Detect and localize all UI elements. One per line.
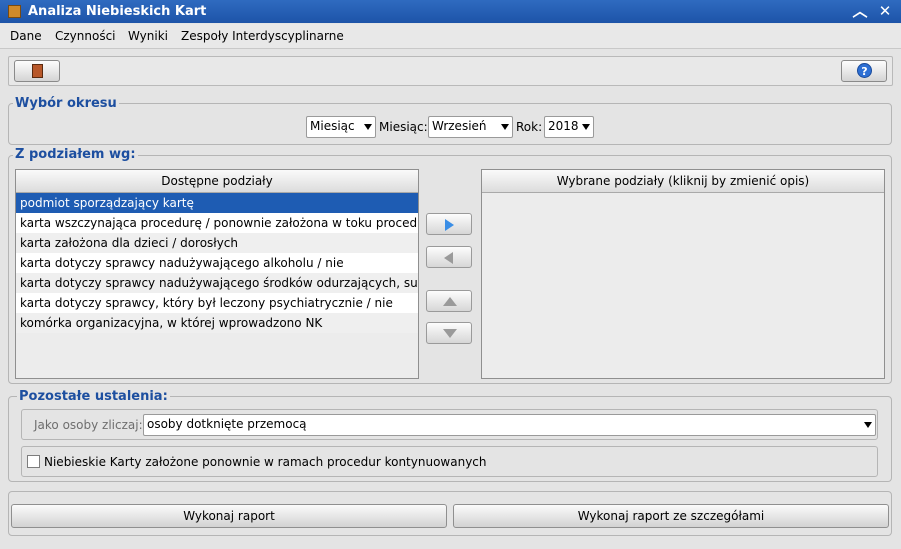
available-list[interactable]: Dostępne podziały podmiot sporządzający … bbox=[15, 169, 419, 379]
year-label: Rok: bbox=[516, 120, 543, 134]
move-down-button[interactable] bbox=[426, 322, 472, 344]
window-title: Analiza Niebieskich Kart bbox=[28, 4, 207, 19]
continued-checkbox[interactable] bbox=[27, 455, 40, 468]
arrow-left-icon bbox=[444, 252, 453, 264]
year-select[interactable]: 2018 bbox=[544, 116, 594, 138]
selected-list-header: Wybrane podziały (kliknij by zmienić opi… bbox=[482, 170, 884, 193]
move-up-button[interactable] bbox=[426, 290, 472, 312]
door-exit-icon bbox=[32, 64, 43, 78]
chevron-down-icon bbox=[364, 124, 372, 130]
period-type-value: Miesiąc bbox=[310, 119, 355, 133]
year-value: 2018 bbox=[548, 119, 579, 133]
list-item[interactable]: karta dotyczy sprawcy nadużywającego alk… bbox=[16, 253, 418, 273]
arrow-right-icon bbox=[445, 219, 454, 231]
arrow-up-icon bbox=[443, 297, 457, 306]
window-title-bar[interactable]: Analiza Niebieskich Kart ︿ ✕ bbox=[0, 0, 901, 23]
count-as-label: Jako osoby zliczaj: bbox=[34, 418, 143, 432]
month-label: Miesiąc: bbox=[379, 120, 428, 134]
chevron-down-icon bbox=[582, 124, 590, 130]
app-icon bbox=[8, 5, 21, 18]
help-icon: ? bbox=[857, 63, 872, 78]
list-item[interactable]: podmiot sporządzający kartę bbox=[16, 193, 418, 213]
list-item[interactable]: karta dotyczy sprawcy, który był leczony… bbox=[16, 293, 418, 313]
selected-list[interactable]: Wybrane podziały (kliknij by zmienić opi… bbox=[481, 169, 885, 379]
count-as-value: osoby dotknięte przemocą bbox=[147, 417, 307, 431]
list-item[interactable]: karta dotyczy sprawcy nadużywającego śro… bbox=[16, 273, 418, 293]
other-group-title: Pozostałe ustalenia: bbox=[17, 389, 170, 404]
split-group-title: Z podziałem wg: bbox=[13, 147, 138, 162]
period-type-select[interactable]: Miesiąc bbox=[306, 116, 376, 138]
run-report-details-button[interactable]: Wykonaj raport ze szczegółami bbox=[453, 504, 889, 528]
chevron-down-icon bbox=[864, 422, 872, 428]
arrow-down-icon bbox=[443, 329, 457, 338]
exit-button[interactable] bbox=[14, 60, 60, 82]
close-icon[interactable]: ✕ bbox=[875, 2, 895, 21]
chevron-down-icon bbox=[501, 124, 509, 130]
minimize-icon[interactable]: ︿ bbox=[850, 2, 870, 21]
menu-bar: Dane Czynności Wyniki Zespoły Interdyscy… bbox=[0, 24, 901, 49]
menu-zespoly[interactable]: Zespoły Interdyscyplinarne bbox=[181, 29, 344, 43]
period-group-title: Wybór okresu bbox=[13, 96, 119, 111]
list-item[interactable]: karta założona dla dzieci / dorosłych bbox=[16, 233, 418, 253]
continued-checkbox-label[interactable]: Niebieskie Karty założone ponownie w ram… bbox=[44, 455, 487, 469]
help-button[interactable]: ? bbox=[841, 60, 887, 82]
menu-wyniki[interactable]: Wyniki bbox=[128, 29, 168, 43]
list-item[interactable]: komórka organizacyjna, w której wprowadz… bbox=[16, 313, 418, 333]
available-list-header: Dostępne podziały bbox=[16, 170, 418, 193]
menu-czynnosci[interactable]: Czynności bbox=[55, 29, 116, 43]
month-value: Wrzesień bbox=[432, 119, 487, 133]
menu-dane[interactable]: Dane bbox=[10, 29, 42, 43]
list-item[interactable]: karta wszczynająca procedurę / ponownie … bbox=[16, 213, 418, 233]
count-as-select[interactable]: osoby dotknięte przemocą bbox=[143, 414, 876, 436]
add-split-button[interactable] bbox=[426, 213, 472, 235]
month-select[interactable]: Wrzesień bbox=[428, 116, 513, 138]
toolbar: ? bbox=[8, 56, 893, 86]
run-report-button[interactable]: Wykonaj raport bbox=[11, 504, 447, 528]
remove-split-button[interactable] bbox=[426, 246, 472, 268]
